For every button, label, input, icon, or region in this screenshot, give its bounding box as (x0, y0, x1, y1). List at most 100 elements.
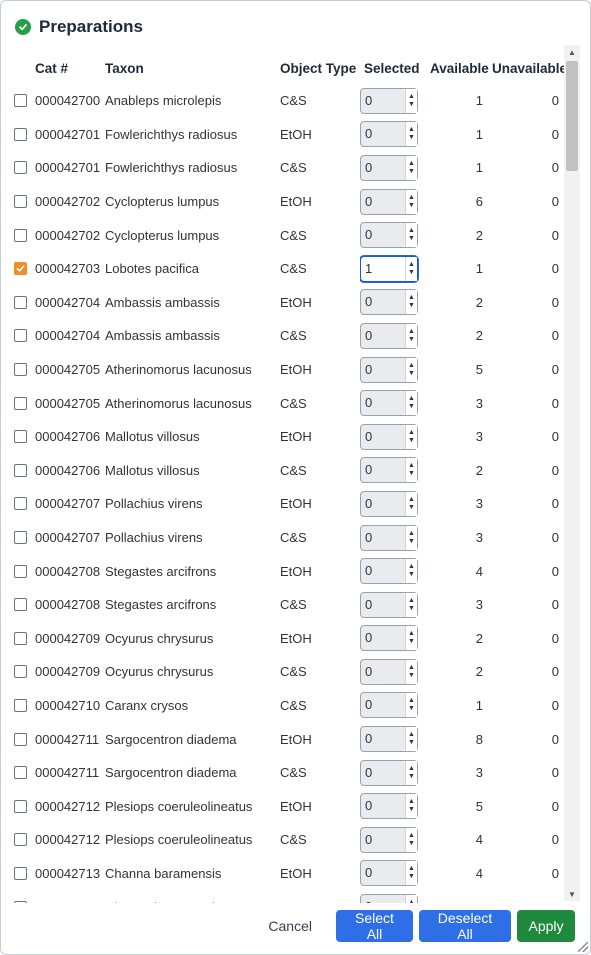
cancel-button[interactable]: Cancel (258, 910, 322, 942)
stepper-arrows[interactable]: ▲▼ (405, 391, 417, 416)
stepper-down-icon[interactable]: ▼ (408, 403, 415, 411)
stepper-up-icon[interactable]: ▲ (408, 126, 415, 134)
stepper-arrows[interactable]: ▲▼ (405, 861, 417, 886)
selected-quantity-value[interactable]: 0 (361, 693, 405, 717)
stepper-arrows[interactable]: ▲▼ (405, 760, 417, 785)
row-checkbox[interactable] (14, 94, 27, 108)
row-checkbox[interactable] (14, 295, 27, 309)
stepper-up-icon[interactable]: ▲ (408, 160, 415, 168)
stepper-down-icon[interactable]: ▼ (408, 873, 415, 881)
selected-quantity-stepper[interactable]: 0▲▼ (360, 658, 418, 685)
selected-quantity-stepper[interactable]: 0▲▼ (360, 625, 418, 652)
stepper-up-icon[interactable]: ▲ (408, 597, 415, 605)
stepper-down-icon[interactable]: ▼ (408, 168, 415, 176)
stepper-arrows[interactable]: ▲▼ (405, 794, 417, 819)
row-checkbox[interactable] (14, 900, 27, 903)
selected-quantity-stepper[interactable]: 0▲▼ (360, 87, 418, 114)
selected-quantity-value[interactable]: 0 (361, 425, 405, 449)
selected-quantity-stepper[interactable]: 0▲▼ (360, 558, 418, 585)
stepper-up-icon[interactable]: ▲ (408, 731, 415, 739)
apply-button[interactable]: Apply (517, 910, 575, 942)
stepper-down-icon[interactable]: ▼ (408, 202, 415, 210)
stepper-down-icon[interactable]: ▼ (408, 605, 415, 613)
stepper-arrows[interactable]: ▲▼ (405, 693, 417, 718)
selected-quantity-stepper[interactable]: 0▲▼ (360, 490, 418, 517)
stepper-up-icon[interactable]: ▲ (408, 227, 415, 235)
selected-quantity-value[interactable]: 0 (361, 727, 405, 751)
row-checkbox[interactable] (14, 866, 27, 880)
stepper-arrows[interactable]: ▲▼ (405, 491, 417, 516)
stepper-down-icon[interactable]: ▼ (408, 571, 415, 579)
stepper-arrows[interactable]: ▲▼ (405, 895, 417, 903)
stepper-up-icon[interactable]: ▲ (408, 261, 415, 269)
row-checkbox[interactable] (14, 396, 27, 410)
stepper-arrows[interactable]: ▲▼ (405, 256, 417, 281)
selected-quantity-value[interactable]: 0 (361, 290, 405, 314)
scroll-down-arrow-icon[interactable]: ▼ (564, 887, 580, 901)
stepper-up-icon[interactable]: ▲ (408, 765, 415, 773)
row-checkbox[interactable] (14, 329, 27, 343)
stepper-up-icon[interactable]: ▲ (408, 664, 415, 672)
deselect-all-button[interactable]: Deselect All (419, 910, 511, 942)
stepper-down-icon[interactable]: ▼ (408, 269, 415, 277)
stepper-down-icon[interactable]: ▼ (408, 504, 415, 512)
row-checkbox[interactable] (14, 127, 27, 141)
selected-quantity-value[interactable]: 0 (361, 190, 405, 214)
row-checkbox[interactable] (14, 665, 27, 679)
stepper-up-icon[interactable]: ▲ (408, 530, 415, 538)
stepper-down-icon[interactable]: ▼ (408, 672, 415, 680)
selected-quantity-stepper[interactable]: 0▲▼ (360, 457, 418, 484)
stepper-down-icon[interactable]: ▼ (408, 437, 415, 445)
stepper-arrows[interactable]: ▲▼ (405, 727, 417, 752)
selected-quantity-value[interactable]: 0 (361, 593, 405, 617)
stepper-down-icon[interactable]: ▼ (408, 134, 415, 142)
stepper-up-icon[interactable]: ▲ (408, 328, 415, 336)
stepper-down-icon[interactable]: ▼ (408, 101, 415, 109)
row-checkbox[interactable] (14, 195, 27, 209)
row-checkbox[interactable] (14, 564, 27, 578)
stepper-up-icon[interactable]: ▲ (408, 630, 415, 638)
selected-quantity-value[interactable]: 0 (361, 458, 405, 482)
stepper-up-icon[interactable]: ▲ (408, 429, 415, 437)
selected-quantity-value[interactable]: 0 (361, 861, 405, 885)
row-checkbox[interactable] (14, 698, 27, 712)
selected-quantity-stepper[interactable]: 0▲▼ (360, 322, 418, 349)
stepper-down-icon[interactable]: ▼ (408, 806, 415, 814)
row-checkbox[interactable] (14, 161, 27, 175)
stepper-arrows[interactable]: ▲▼ (405, 659, 417, 684)
stepper-down-icon[interactable]: ▼ (408, 235, 415, 243)
row-checkbox[interactable] (14, 430, 27, 444)
selected-quantity-stepper[interactable]: 0▲▼ (360, 894, 418, 903)
stepper-up-icon[interactable]: ▲ (408, 294, 415, 302)
stepper-arrows[interactable]: ▲▼ (405, 290, 417, 315)
stepper-arrows[interactable]: ▲▼ (405, 223, 417, 248)
selected-quantity-value[interactable]: 0 (361, 761, 405, 785)
stepper-up-icon[interactable]: ▲ (408, 462, 415, 470)
row-checkbox[interactable] (14, 531, 27, 545)
stepper-down-icon[interactable]: ▼ (408, 370, 415, 378)
stepper-arrows[interactable]: ▲▼ (405, 424, 417, 449)
stepper-up-icon[interactable]: ▲ (408, 496, 415, 504)
selected-quantity-stepper[interactable]: 0▲▼ (360, 591, 418, 618)
stepper-arrows[interactable]: ▲▼ (405, 122, 417, 147)
row-checkbox[interactable] (14, 228, 27, 242)
selected-quantity-value[interactable]: 0 (361, 358, 405, 382)
stepper-up-icon[interactable]: ▲ (408, 865, 415, 873)
stepper-down-icon[interactable]: ▼ (408, 773, 415, 781)
selected-quantity-stepper[interactable]: 0▲▼ (360, 423, 418, 450)
stepper-up-icon[interactable]: ▲ (408, 697, 415, 705)
selected-quantity-stepper[interactable]: 0▲▼ (360, 222, 418, 249)
stepper-down-icon[interactable]: ▼ (408, 840, 415, 848)
selected-quantity-value[interactable]: 0 (361, 156, 405, 180)
select-all-button[interactable]: Select All (336, 910, 413, 942)
row-checkbox[interactable] (14, 833, 27, 847)
selected-quantity-value[interactable]: 0 (361, 492, 405, 516)
selected-quantity-value[interactable]: 0 (361, 559, 405, 583)
stepper-down-icon[interactable]: ▼ (408, 538, 415, 546)
selected-quantity-stepper[interactable]: 1 ▲ ▼ (360, 255, 418, 282)
stepper-down-icon[interactable]: ▼ (408, 739, 415, 747)
selected-quantity-stepper[interactable]: 0▲▼ (360, 289, 418, 316)
stepper-down-icon[interactable]: ▼ (408, 705, 415, 713)
stepper-arrows[interactable]: ▲▼ (405, 827, 417, 852)
selected-quantity-value[interactable]: 0 (361, 626, 405, 650)
